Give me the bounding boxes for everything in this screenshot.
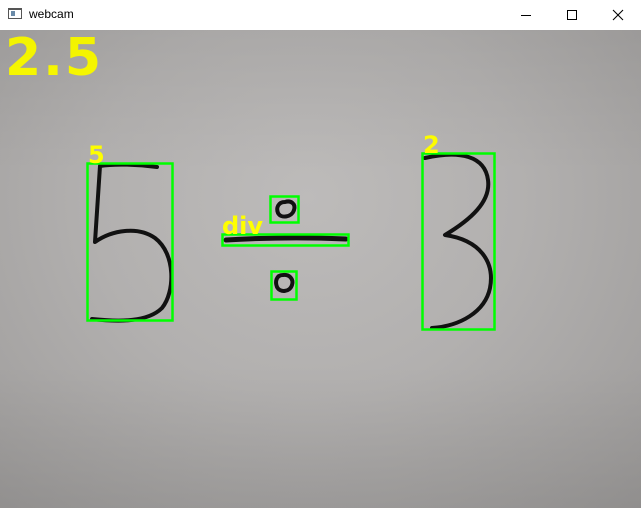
app-window-icon: [8, 8, 22, 19]
handwritten-three: [423, 152, 493, 330]
detection-label-two: 2: [423, 131, 440, 159]
title-bar[interactable]: webcam: [0, 0, 641, 30]
maximize-icon: [567, 10, 577, 20]
close-button[interactable]: [595, 0, 641, 30]
minimize-button[interactable]: [503, 0, 549, 30]
close-icon: [612, 9, 624, 21]
minimize-icon: [521, 15, 531, 16]
handwritten-five: [90, 162, 174, 323]
detection-overlay: 5 div 2: [86, 131, 496, 331]
maximize-button[interactable]: [549, 0, 595, 30]
detection-label-five: 5: [88, 141, 105, 169]
window-title: webcam: [29, 7, 74, 21]
webcam-frame: 2.5 5 div 2: [0, 30, 641, 508]
detection-label-div: div: [222, 212, 263, 240]
